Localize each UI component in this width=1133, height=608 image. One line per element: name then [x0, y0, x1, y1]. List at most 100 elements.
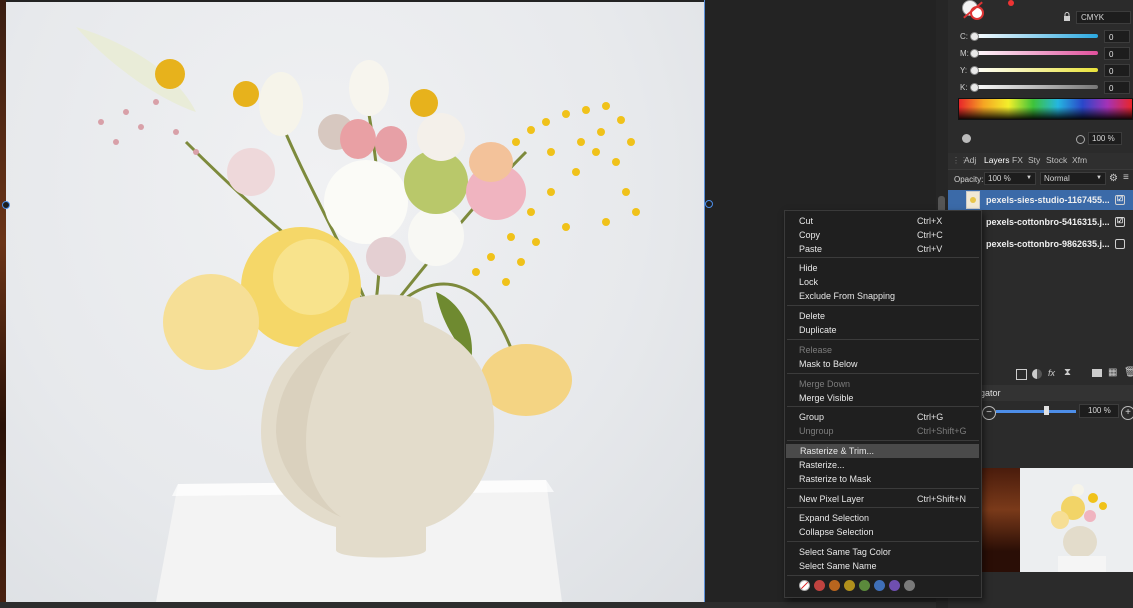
color-channel-row: C: 0: [948, 30, 1133, 44]
tag-color-swatch[interactable]: [844, 580, 855, 591]
menu-item-label: Delete: [799, 311, 826, 321]
opacity-slider-knob[interactable]: [1076, 135, 1085, 144]
zoom-out-icon[interactable]: −: [982, 406, 996, 420]
tab-sty[interactable]: Sty: [1028, 155, 1040, 165]
menu-item-cut[interactable]: Cut Ctrl+X: [785, 214, 981, 228]
tab-xfm[interactable]: Xfm: [1072, 155, 1087, 165]
live-filter-icon[interactable]: ⧗: [1064, 367, 1071, 378]
layer-name: pexels-sies-studio-1167455...: [986, 195, 1110, 205]
tab-fx[interactable]: FX: [1012, 155, 1023, 165]
menu-item-shortcut: Ctrl+G: [917, 412, 944, 422]
channel-slider[interactable]: [972, 68, 1098, 72]
menu-item-rasterize[interactable]: Rasterize...: [785, 458, 981, 472]
menu-item-rasterize-to-mask[interactable]: Rasterize to Mask: [785, 472, 981, 486]
menu-item-expand-selection[interactable]: Expand Selection: [785, 511, 981, 525]
menu-item-label: Merge Down: [799, 379, 851, 389]
menu-item-exclude-from-snapping[interactable]: Exclude From Snapping: [785, 289, 981, 303]
channel-slider-knob[interactable]: [970, 66, 979, 75]
menu-item-copy[interactable]: Copy Ctrl+C: [785, 228, 981, 242]
menu-item-paste[interactable]: Paste Ctrl+V: [785, 242, 981, 256]
layers-menu-icon[interactable]: ≡: [1123, 172, 1129, 183]
zoom-slider-knob[interactable]: [1044, 406, 1049, 415]
panel-tabs: ⋮⋮ Adj Layers FX Sty Stock Xfm: [948, 153, 1133, 170]
grid-icon[interactable]: ▦: [1108, 367, 1117, 378]
tab-layers[interactable]: Layers: [984, 155, 1010, 165]
zoom-slider[interactable]: [996, 410, 1076, 413]
opacity-swatch-icon: [962, 134, 971, 143]
tab-stock[interactable]: Stock: [1046, 155, 1067, 165]
zoom-field[interactable]: 100 %: [1079, 404, 1119, 418]
menu-item-select-same-name[interactable]: Select Same Name: [785, 559, 981, 573]
menu-item-select-same-tag-color[interactable]: Select Same Tag Color: [785, 545, 981, 559]
menu-item-shortcut: Ctrl+X: [917, 216, 943, 226]
color-spectrum[interactable]: [958, 98, 1133, 120]
menu-item-merge-visible[interactable]: Merge Visible: [785, 391, 981, 405]
menu-item-label: Group: [799, 412, 825, 422]
menu-item-rasterize-trim[interactable]: Rasterize & Trim...: [786, 444, 979, 458]
menu-item-duplicate[interactable]: Duplicate: [785, 323, 981, 337]
channel-slider[interactable]: [972, 85, 1098, 89]
photo-layer[interactable]: [6, 2, 704, 602]
context-menu[interactable]: Cut Ctrl+X Copy Ctrl+C Paste Ctrl+V Hide Lock Ex…: [784, 210, 982, 598]
gear-icon[interactable]: ⚙: [1109, 173, 1118, 184]
menu-item-release: Release: [785, 343, 981, 357]
color-channel-row: Y: 0: [948, 64, 1133, 78]
menu-item-label: Exclude From Snapping: [799, 291, 896, 301]
layer-visibility-checkbox[interactable]: ☑: [1115, 217, 1125, 227]
color-opacity-field[interactable]: 100 %: [1088, 132, 1122, 145]
menu-item-label: Duplicate: [799, 325, 837, 335]
channel-slider-knob[interactable]: [970, 49, 979, 58]
menu-item-lock[interactable]: Lock: [785, 275, 981, 289]
fx-icon[interactable]: fx: [1048, 368, 1055, 378]
channel-value-field[interactable]: 0: [1104, 64, 1130, 77]
mask-layer-icon[interactable]: [1016, 369, 1027, 380]
opacity-label: Opacity:: [954, 175, 984, 184]
menu-separator: [787, 575, 979, 576]
channel-slider-knob[interactable]: [970, 83, 979, 92]
channel-slider[interactable]: [972, 51, 1098, 55]
layer-visibility-checkbox[interactable]: ☑: [1115, 195, 1125, 205]
color-channel-row: K: 0: [948, 81, 1133, 95]
channel-slider-knob[interactable]: [970, 32, 979, 41]
tag-color-swatch[interactable]: [829, 580, 840, 591]
resize-handle-right[interactable]: [705, 200, 713, 208]
menu-item-collapse-selection[interactable]: Collapse Selection: [785, 525, 981, 539]
zoom-in-icon[interactable]: +: [1121, 406, 1133, 420]
menu-item-group[interactable]: Group Ctrl+G: [785, 410, 981, 424]
tab-adj[interactable]: Adj: [964, 155, 976, 165]
swap-color-icon[interactable]: [1008, 0, 1014, 6]
channel-slider[interactable]: [972, 34, 1098, 38]
adjustment-icon[interactable]: [1032, 369, 1042, 379]
color-model-select[interactable]: CMYK: [1076, 11, 1131, 24]
layer-name: pexels-cottonbro-5416315.j...: [986, 217, 1110, 227]
blend-mode-select[interactable]: Normal ▼: [1040, 172, 1106, 185]
channel-value-field[interactable]: 0: [1104, 47, 1130, 60]
menu-item-new-pixel-layer[interactable]: New Pixel Layer Ctrl+Shift+N: [785, 492, 981, 506]
menu-item-label: Ungroup: [799, 426, 834, 436]
layer-name: pexels-cottonbro-9862635.j...: [986, 239, 1110, 249]
tag-color-swatch[interactable]: [889, 580, 900, 591]
flower-vase-illustration: [76, 27, 640, 602]
tag-color-swatch[interactable]: [859, 580, 870, 591]
tag-color-swatch[interactable]: [814, 580, 825, 591]
menu-item-label: Select Same Tag Color: [799, 547, 891, 557]
resize-handle-left[interactable]: [2, 201, 10, 209]
folder-icon[interactable]: [1092, 369, 1102, 377]
channel-label: Y:: [960, 66, 968, 75]
color-wells[interactable]: [962, 0, 984, 20]
menu-item-mask-to-below[interactable]: Mask to Below: [785, 357, 981, 371]
layer-visibility-checkbox[interactable]: [1115, 239, 1125, 249]
tag-color-none[interactable]: [799, 580, 810, 591]
channel-value-field[interactable]: 0: [1104, 81, 1130, 94]
lock-icon[interactable]: [1062, 12, 1072, 22]
navigator-preview[interactable]: [978, 468, 1133, 572]
tag-color-swatch[interactable]: [874, 580, 885, 591]
tag-color-swatch[interactable]: [904, 580, 915, 591]
menu-item-hide[interactable]: Hide: [785, 261, 981, 275]
layer-row[interactable]: pexels-sies-studio-1167455... ☑: [948, 190, 1133, 210]
layer-opacity-field[interactable]: 100 % ▼: [984, 172, 1036, 185]
selection-edge-right: [704, 0, 705, 604]
menu-item-delete[interactable]: Delete: [785, 309, 981, 323]
trash-icon[interactable]: 🗑: [1124, 367, 1133, 378]
channel-value-field[interactable]: 0: [1104, 30, 1130, 43]
